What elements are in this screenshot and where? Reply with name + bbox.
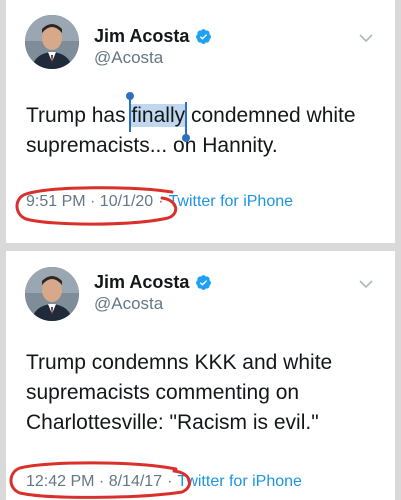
tweet-meta: 12:42 PM · 8/14/17 · Twitter for iPhone xyxy=(26,473,302,491)
selected-text[interactable]: finally xyxy=(126,92,191,142)
author-row: Jim Acosta xyxy=(94,272,212,293)
verified-badge-icon xyxy=(195,28,212,45)
tweet-source-link[interactable]: Twitter for iPhone xyxy=(169,193,294,211)
tweet-timestamp[interactable]: 9:51 PM · 10/1/20 xyxy=(26,193,153,211)
author-name[interactable]: Jim Acosta xyxy=(94,272,189,293)
tweet-meta: 9:51 PM · 10/1/20 · Twitter for iPhone xyxy=(26,193,293,211)
verified-badge-icon xyxy=(195,274,212,291)
avatar[interactable] xyxy=(25,267,79,321)
author-handle[interactable]: @Acosta xyxy=(94,294,163,314)
meta-separator: · xyxy=(167,473,173,490)
selected-word: finally xyxy=(131,104,186,127)
author-name[interactable]: Jim Acosta xyxy=(94,26,189,47)
author-handle[interactable]: @Acosta xyxy=(94,48,163,68)
avatar[interactable] xyxy=(25,15,79,69)
tweet-text: Trump has finally condemned white suprem… xyxy=(26,92,386,161)
tweet-text-before: Trump has xyxy=(26,104,132,127)
selection-start-bar xyxy=(129,98,132,132)
tweet-card[interactable]: Jim Acosta @Acosta Trump has finally con… xyxy=(6,0,395,243)
selection-start-handle[interactable] xyxy=(126,92,135,100)
meta-separator: · xyxy=(158,193,164,210)
chevron-down-icon[interactable] xyxy=(359,279,373,289)
chevron-down-icon[interactable] xyxy=(359,33,373,43)
author-row: Jim Acosta xyxy=(94,26,212,47)
tweet-timestamp[interactable]: 12:42 PM · 8/14/17 xyxy=(26,473,162,491)
tweet-text: Trump condemns KKK and white supremacist… xyxy=(26,351,333,434)
tweet-card[interactable]: Jim Acosta @Acosta Trump condemns KKK an… xyxy=(6,251,395,500)
tweet-source-link[interactable]: Twitter for iPhone xyxy=(177,473,302,491)
selection-end-bar xyxy=(185,102,188,136)
